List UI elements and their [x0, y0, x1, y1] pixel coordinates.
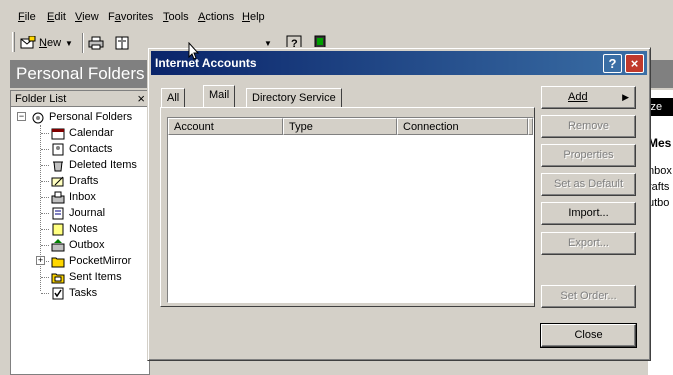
tree-item-personal-folders[interactable]: Personal Folders — [31, 109, 132, 125]
tree-item-label: Contacts — [69, 143, 113, 155]
dialog-title: Internet Accounts — [155, 56, 257, 70]
tab-directory-service[interactable]: Directory Service — [246, 88, 342, 108]
inbox-icon — [51, 191, 65, 203]
menu-actions[interactable]: Actions — [198, 11, 234, 23]
tree-item-label: Sent Items — [69, 271, 122, 283]
tree-item-journal[interactable]: Journal — [51, 205, 105, 221]
folder-icon — [51, 257, 65, 267]
tree-item-drafts[interactable]: Drafts — [51, 173, 98, 189]
folder-list-label: Folder List — [15, 93, 67, 105]
column-connection[interactable]: Connection — [397, 118, 528, 135]
journal-icon — [52, 207, 64, 219]
tree-item-calendar[interactable]: Calendar — [51, 125, 114, 141]
set-order-button[interactable]: Set Order... — [541, 285, 636, 308]
close-icon[interactable]: × — [137, 91, 145, 107]
calendar-icon — [51, 128, 65, 139]
submenu-arrow-icon: ▶ — [622, 92, 629, 102]
sent-items-icon — [51, 273, 65, 283]
column-account[interactable]: Account — [168, 118, 283, 135]
tree-item-notes[interactable]: Notes — [51, 221, 98, 237]
tab-mail[interactable]: Mail — [203, 85, 236, 107]
mouse-cursor-icon — [188, 42, 200, 60]
dropdown-arrow-icon[interactable]: ▼ — [65, 39, 73, 48]
remove-button[interactable]: Remove — [541, 115, 636, 138]
menu-help[interactable]: Help — [242, 11, 265, 23]
view-header: ize O — [648, 98, 673, 116]
tree-item-contacts[interactable]: Contacts — [51, 141, 112, 157]
export-button[interactable]: Export... — [541, 232, 636, 255]
new-button[interactable]: New ▼ — [20, 33, 73, 53]
menu-edit[interactable]: Edit — [47, 11, 66, 23]
menu-view[interactable]: View — [75, 11, 99, 23]
message-list-panel — [648, 90, 673, 375]
tasks-icon — [52, 287, 64, 299]
outbox-icon — [51, 238, 65, 251]
tree-item-label: Drafts — [69, 175, 99, 187]
personal-folders-icon — [32, 112, 44, 123]
tab-all[interactable]: All — [161, 88, 186, 108]
new-label: New — [39, 37, 62, 49]
toolbar-grip[interactable] — [12, 32, 15, 52]
tree-item-outbox[interactable]: Outbox — [51, 237, 104, 253]
internet-accounts-dialog: Internet Accounts ? × All Mail Directory… — [147, 47, 651, 361]
column-filler — [528, 118, 533, 135]
help-icon[interactable]: ? — [603, 54, 622, 73]
printer-icon — [88, 36, 104, 50]
folder-list-panel: Folder List × − Personal Folders Calenda… — [10, 90, 150, 375]
tree-item-label: Calendar — [69, 127, 114, 139]
drafts-icon — [51, 176, 64, 186]
tree-item-label: Journal — [69, 207, 106, 219]
print-button[interactable] — [88, 33, 104, 53]
trash-icon — [53, 161, 63, 171]
address-book-button[interactable] — [114, 33, 130, 53]
message-outbox[interactable]: utbo — [648, 197, 669, 209]
menu-file[interactable]: File — [18, 11, 36, 23]
close-icon[interactable]: × — [625, 54, 644, 73]
import-button[interactable]: Import... — [541, 202, 636, 225]
accounts-list[interactable]: Account Type Connection — [167, 117, 534, 303]
toolbar-separator — [82, 33, 84, 53]
add-button[interactable]: Add ▶ — [541, 86, 636, 109]
tree-item-deleted-items[interactable]: Deleted Items — [51, 157, 137, 173]
folder-title: Personal Folders — [16, 64, 145, 83]
message-inbox[interactable]: nbox — [648, 165, 672, 177]
tree-item-sent-items[interactable]: Sent Items — [51, 269, 122, 285]
close-button[interactable]: Close — [540, 323, 637, 348]
tree-item-pocketmirror[interactable]: PocketMirror — [51, 253, 131, 269]
tree-item-label: Notes — [69, 223, 98, 235]
set-as-default-button[interactable]: Set as Default — [541, 173, 636, 196]
new-mail-icon — [20, 36, 36, 49]
notes-icon — [52, 223, 64, 235]
dialog-titlebar[interactable]: Internet Accounts ? × — [151, 51, 647, 75]
tree-item-label: PocketMirror — [69, 255, 132, 267]
properties-button[interactable]: Properties — [541, 144, 636, 167]
menu-bar: File Edit View Favorites Tools Actions H… — [0, 0, 673, 34]
tree-item-label: Deleted Items — [69, 159, 137, 171]
tree-item-tasks[interactable]: Tasks — [51, 285, 97, 301]
tree-item-label: Outbox — [69, 239, 105, 251]
collapse-icon[interactable]: − — [17, 112, 26, 121]
folder-list-header: Folder List × — [11, 91, 149, 107]
address-book-icon — [115, 36, 129, 50]
message-drafts[interactable]: rafts — [648, 181, 669, 193]
tree-item-label: Inbox — [69, 191, 96, 203]
tree-item-label: Personal Folders — [49, 111, 133, 123]
column-type[interactable]: Type — [283, 118, 397, 135]
tree-item-inbox[interactable]: Inbox — [51, 189, 96, 205]
message-header: Mes — [648, 136, 672, 150]
tree-item-label: Tasks — [69, 287, 98, 299]
contacts-icon — [52, 143, 64, 155]
menu-favorites[interactable]: Favorites — [108, 11, 153, 23]
menu-tools[interactable]: Tools — [163, 11, 189, 23]
expand-icon[interactable]: + — [36, 256, 45, 265]
